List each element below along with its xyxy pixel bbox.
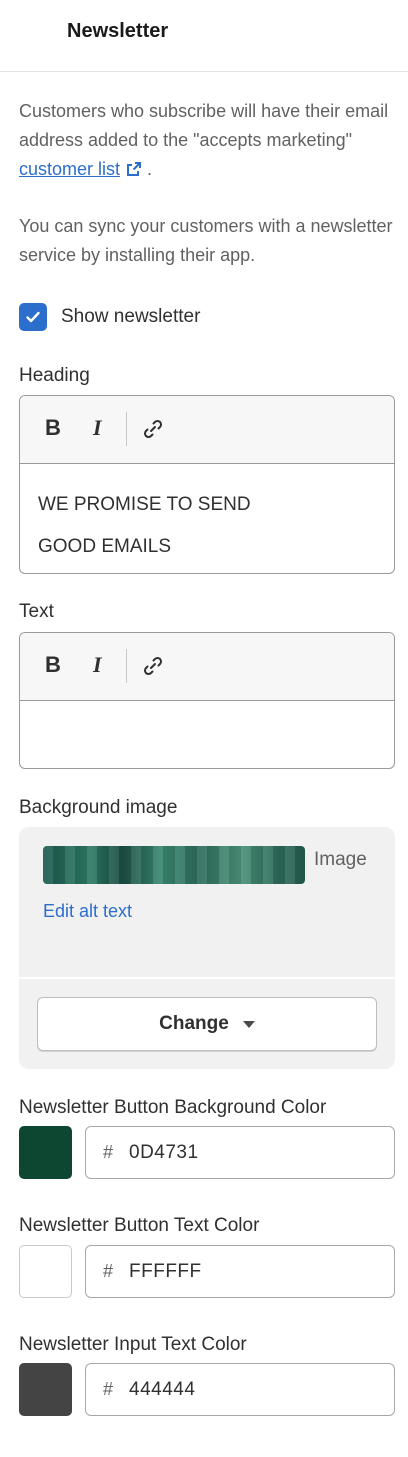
text-toolbar: B I bbox=[20, 633, 394, 701]
background-image-card: Image Edit alt text Change bbox=[19, 827, 395, 1069]
toolbar-divider bbox=[126, 412, 127, 446]
heading-content[interactable]: WE PROMISE TO SEND GOOD EMAILS bbox=[20, 464, 394, 573]
hash-prefix: # bbox=[103, 1261, 114, 1281]
button-text-color-label: Newsletter Button Text Color bbox=[19, 1215, 260, 1236]
show-newsletter-label: Show newsletter bbox=[61, 306, 201, 327]
external-link-icon[interactable] bbox=[126, 161, 142, 177]
description-end: . bbox=[142, 159, 153, 179]
description-text: Customers who subscribe will have their … bbox=[19, 101, 389, 150]
description-accepts-marketing: Customers who subscribe will have their … bbox=[19, 97, 399, 184]
bold-button[interactable]: B bbox=[45, 652, 61, 678]
text-editor[interactable]: B I bbox=[19, 632, 395, 769]
input-text-color-input[interactable]: # 444444 bbox=[85, 1363, 395, 1416]
heading-toolbar: B I bbox=[20, 396, 394, 464]
heading-label: Heading bbox=[19, 365, 90, 386]
card-divider bbox=[19, 977, 395, 979]
show-newsletter-row[interactable]: Show newsletter bbox=[19, 303, 200, 331]
button-text-color-swatch[interactable] bbox=[19, 1245, 72, 1298]
button-bg-color-input[interactable]: # 0D4731 bbox=[85, 1126, 395, 1179]
caret-down-icon bbox=[242, 1020, 255, 1028]
image-type-label: Image bbox=[314, 849, 367, 870]
hash-prefix: # bbox=[103, 1379, 114, 1399]
button-bg-color-label: Newsletter Button Background Color bbox=[19, 1097, 327, 1118]
customer-list-link[interactable]: customer list bbox=[19, 159, 120, 179]
background-image-label: Background image bbox=[19, 797, 178, 818]
toolbar-divider bbox=[126, 649, 127, 683]
panel-header: Newsletter bbox=[0, 0, 408, 72]
change-image-button[interactable]: Change bbox=[37, 997, 377, 1051]
heading-line: GOOD EMAILS bbox=[38, 536, 172, 557]
checkmark-icon bbox=[26, 311, 40, 323]
background-image-thumbnail[interactable] bbox=[43, 846, 305, 884]
show-newsletter-checkbox[interactable] bbox=[19, 303, 47, 331]
hex-value[interactable]: 0D4731 bbox=[129, 1142, 199, 1164]
heading-editor[interactable]: B I WE PROMISE TO SEND GOOD EMAILS bbox=[19, 395, 395, 574]
hash-prefix: # bbox=[103, 1142, 114, 1162]
hex-value[interactable]: 444444 bbox=[129, 1379, 195, 1401]
text-content[interactable] bbox=[20, 701, 394, 741]
input-text-color-label: Newsletter Input Text Color bbox=[19, 1334, 247, 1355]
italic-button[interactable]: I bbox=[93, 415, 102, 441]
text-label: Text bbox=[19, 601, 54, 622]
hex-value[interactable]: FFFFFF bbox=[129, 1261, 202, 1283]
button-bg-color-swatch[interactable] bbox=[19, 1126, 72, 1179]
input-text-color-swatch[interactable] bbox=[19, 1363, 72, 1416]
link-icon[interactable] bbox=[142, 655, 164, 677]
italic-button[interactable]: I bbox=[93, 652, 102, 678]
button-text-color-input[interactable]: # FFFFFF bbox=[85, 1245, 395, 1298]
change-label: Change bbox=[159, 1013, 229, 1034]
panel-title: Newsletter bbox=[67, 20, 169, 42]
edit-alt-text-link[interactable]: Edit alt text bbox=[43, 901, 132, 922]
heading-line: WE PROMISE TO SEND bbox=[38, 494, 251, 515]
link-icon[interactable] bbox=[142, 418, 164, 440]
description-sync: You can sync your customers with a newsl… bbox=[19, 216, 393, 265]
bold-button[interactable]: B bbox=[45, 415, 61, 441]
